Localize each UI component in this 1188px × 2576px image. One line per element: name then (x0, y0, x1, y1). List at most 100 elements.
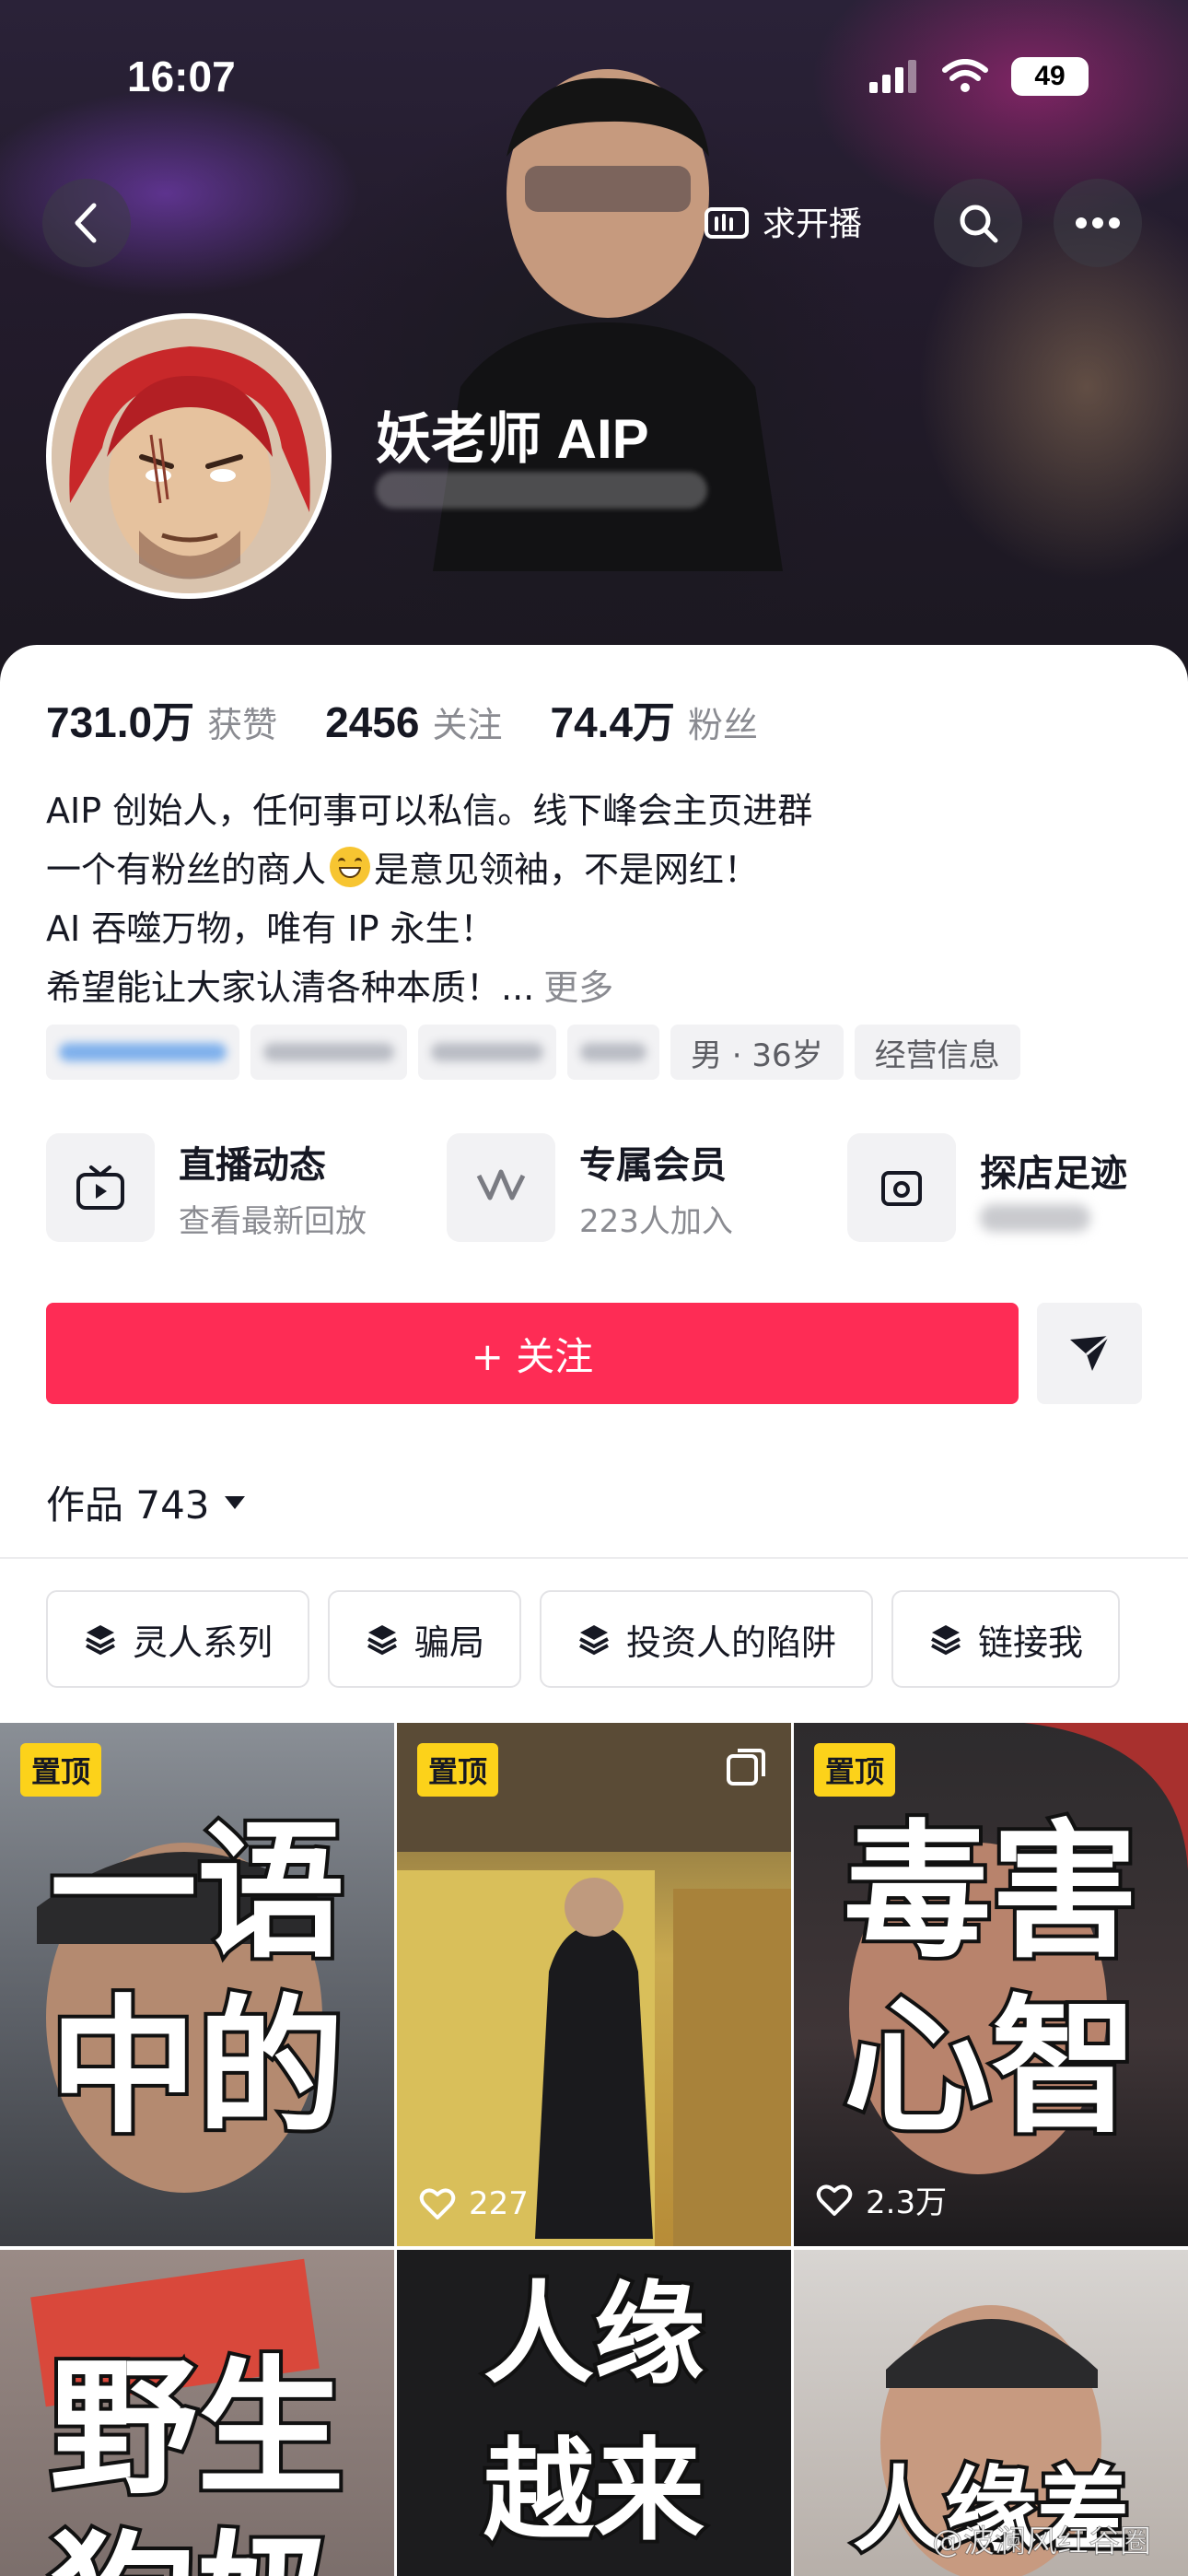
bio-line-2: 一个有粉丝的商人 是意见领袖，不是网红！ (46, 840, 1142, 899)
profile-avatar[interactable] (46, 313, 332, 599)
pinned-badge: 置顶 (814, 1743, 896, 1797)
stat-likes[interactable]: 731.0万 获赞 (46, 689, 277, 750)
feature-live-title: 直播动态 (179, 1143, 326, 1187)
video-likes: 2.3万 (816, 2177, 947, 2222)
layers-icon (367, 1625, 397, 1656)
wifi-icon (942, 59, 988, 92)
tag-business-info[interactable]: 经营信息 (854, 1025, 1020, 1080)
store-icon (881, 1171, 922, 1206)
collection-chip-3[interactable]: 链接我 (891, 1590, 1121, 1688)
collection-chips: 灵人系列 骗局 投资人的陷阱 链接我 (46, 1590, 1121, 1688)
collection-chip-label: 投资人的陷阱 (626, 1622, 837, 1663)
feature-store-visits[interactable]: 探店足迹 (847, 1133, 1151, 1242)
video-likes-count: 2.3万 (866, 2184, 948, 2221)
feature-entries: 直播动态 查看最新回放 专属会员 223人加入 探店足迹 (46, 1133, 1151, 1242)
battery-indicator: 49 (1011, 57, 1089, 96)
profile-id-redacted (376, 472, 707, 509)
status-time: 16:07 (127, 53, 236, 100)
stat-following[interactable]: 2456 关注 (325, 697, 502, 747)
feature-live-icon-box (46, 1133, 155, 1242)
follow-row: + 关注 (46, 1303, 1142, 1404)
collection-chip-1[interactable]: 骗局 (328, 1590, 522, 1688)
video-tile-2[interactable]: 置顶 毒害 心智 2.3万 (794, 1723, 1188, 2246)
send-message-button[interactable] (1037, 1303, 1142, 1404)
works-tab[interactable]: 作品 743 (46, 1474, 247, 1530)
more-dots-icon (1076, 217, 1120, 228)
profile-bio: AIP 创始人，任何事可以私信。线下峰会主页进群 一个有粉丝的商人 是意见领袖，不… (46, 781, 1142, 1017)
feature-live-updates[interactable]: 直播动态 查看最新回放 (46, 1133, 414, 1242)
feature-store-title: 探店足迹 (980, 1153, 1127, 1195)
feature-membership-subtitle: 223人加入 (579, 1202, 733, 1240)
bio-line-4-text: 希望能让大家认清各种本质！... (46, 967, 535, 1008)
back-button[interactable] (42, 179, 131, 267)
tag-verification-redacted[interactable] (46, 1025, 239, 1080)
video-title-line-1: 野生 (46, 2342, 348, 2514)
paper-plane-icon (1070, 1334, 1110, 1371)
bio-line-1: AIP 创始人，任何事可以私信。线下峰会主页进群 (46, 790, 813, 831)
feature-live-subtitle: 查看最新回放 (179, 1202, 367, 1240)
video-grid: 置顶 一语 中的 置顶 227 置顶 毒害 心智 2.3万 野生 人缘 越来 人… (0, 1723, 1188, 2576)
image-set-icon (727, 1749, 765, 1786)
tag-redacted-2 (567, 1025, 659, 1080)
bio-line-4: 希望能让大家认清各种本质！... 更多 (46, 958, 1142, 1017)
tag-redacted-1 (250, 1025, 407, 1080)
stat-followers[interactable]: 74.4万 粉丝 (551, 689, 759, 750)
stat-likes-value: 731.0万 (46, 698, 195, 746)
grin-emoji-icon (330, 847, 371, 887)
video-likes: 227 (419, 2185, 529, 2222)
bio-line-3: AI 吞噬万物，唯有 IP 永生！ (46, 908, 495, 949)
search-button[interactable] (934, 179, 1022, 267)
stat-following-value: 2456 (325, 698, 420, 746)
tag-ip-redacted (418, 1025, 556, 1080)
cellular-signal-icon (869, 60, 916, 93)
request-live-button[interactable]: 求开播 (704, 197, 862, 245)
bio-line-2-end: 是意见领袖，不是网红！ (374, 849, 760, 890)
video-thumbnail-1 (397, 1723, 791, 2246)
profile-cover: 16:07 49 求开播 妖老师 AIP (0, 0, 1188, 700)
profile-tags: 男 · 36岁 经营信息 (46, 1025, 1020, 1080)
feature-store-icon-box (847, 1133, 956, 1242)
video-tile-0[interactable]: 置顶 一语 中的 (0, 1723, 394, 2246)
tag-gender-age: 男 · 36岁 (670, 1025, 844, 1080)
video-tile-4[interactable]: 人缘 越来 (397, 2250, 791, 2576)
heart-icon (419, 2188, 456, 2219)
bio-more-link[interactable]: 更多 (543, 967, 613, 1008)
collection-chip-2[interactable]: 投资人的陷阱 (540, 1590, 874, 1688)
tv-play-icon (76, 1165, 124, 1210)
request-live-label: 求开播 (763, 205, 863, 243)
bio-line-2-start: 一个有粉丝的商人 (46, 849, 327, 890)
follow-button[interactable]: + 关注 (46, 1303, 1019, 1404)
video-title-line-2: 中的 (46, 1981, 348, 2153)
feature-membership-title: 专属会员 (579, 1143, 727, 1187)
layers-icon (931, 1625, 961, 1656)
video-title-line-1: 毒害 (840, 1806, 1142, 1978)
collection-chip-label: 灵人系列 (133, 1622, 274, 1663)
source-watermark: @波澜风红谷圈 (932, 2523, 1152, 2561)
feature-store-text: 探店足迹 (980, 1143, 1127, 1232)
collection-chip-0[interactable]: 灵人系列 (46, 1590, 310, 1688)
video-title-line-2: 越来 (480, 2428, 708, 2556)
feature-live-text: 直播动态 查看最新回放 (179, 1135, 367, 1241)
profile-stats: 731.0万 获赞 2456 关注 74.4万 粉丝 (46, 689, 758, 750)
video-title-line-1: 人缘 (480, 2271, 708, 2399)
works-count-label: 作品 743 (46, 1482, 210, 1528)
video-title-line-2: 狗奶 (0, 2523, 394, 2576)
avatar-illustration (52, 319, 326, 593)
video-tile-3[interactable]: 野生 狗奶 (0, 2250, 394, 2576)
stat-followers-label: 粉丝 (688, 705, 759, 745)
profile-name: 妖老师 AIP (376, 408, 649, 470)
video-title-line-2: 心智 (840, 1981, 1142, 2153)
stat-likes-label: 获赞 (207, 705, 278, 745)
live-tv-icon (705, 207, 749, 239)
video-likes-count: 227 (469, 2185, 529, 2222)
status-icons: 49 (869, 57, 1089, 96)
member-badge-icon (476, 1169, 526, 1200)
video-tile-1[interactable]: 置顶 227 (397, 1723, 791, 2246)
video-title-line-1: 一语 (46, 1806, 348, 1978)
collection-chip-label: 骗局 (414, 1622, 485, 1663)
feature-membership[interactable]: 专属会员 223人加入 (447, 1133, 815, 1242)
more-options-button[interactable] (1054, 179, 1142, 267)
feature-membership-icon-box (447, 1133, 555, 1242)
pinned-badge: 置顶 (417, 1743, 499, 1797)
feature-membership-text: 专属会员 223人加入 (579, 1135, 733, 1241)
